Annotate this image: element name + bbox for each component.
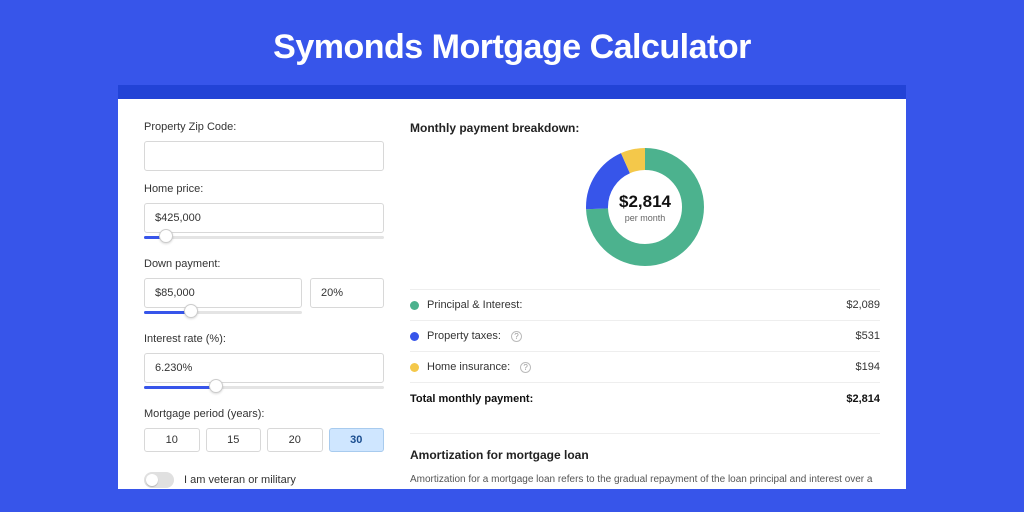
legend-insurance: Home insurance: ? $194 bbox=[410, 351, 880, 382]
veteran-toggle[interactable] bbox=[144, 472, 174, 488]
legend-label: Principal & Interest: bbox=[427, 299, 522, 311]
page-title: Symonds Mortgage Calculator bbox=[0, 0, 1024, 85]
dot-icon bbox=[410, 363, 419, 372]
period-label: Mortgage period (years): bbox=[144, 408, 384, 420]
total-row: Total monthly payment: $2,814 bbox=[410, 382, 880, 419]
legend-value: $194 bbox=[856, 361, 880, 373]
down-payment-input[interactable] bbox=[144, 278, 302, 308]
interest-input[interactable] bbox=[144, 353, 384, 383]
accent-strip bbox=[118, 85, 906, 99]
period-options: 10 15 20 30 bbox=[144, 428, 384, 452]
total-value: $2,814 bbox=[846, 393, 880, 405]
dot-icon bbox=[410, 332, 419, 341]
legend-value: $2,089 bbox=[846, 299, 880, 311]
amortization-title: Amortization for mortgage loan bbox=[410, 433, 880, 462]
period-10-button[interactable]: 10 bbox=[144, 428, 200, 452]
legend-value: $531 bbox=[856, 330, 880, 342]
period-15-button[interactable]: 15 bbox=[206, 428, 262, 452]
donut-amount: $2,814 bbox=[619, 192, 671, 212]
legend-principal: Principal & Interest: $2,089 bbox=[410, 289, 880, 320]
dot-icon bbox=[410, 301, 419, 310]
payment-donut-chart: $2,814 per month bbox=[583, 145, 707, 269]
home-price-slider[interactable] bbox=[144, 232, 384, 246]
legend-label: Property taxes: bbox=[427, 330, 501, 342]
period-30-button[interactable]: 30 bbox=[329, 428, 385, 452]
home-price-input[interactable] bbox=[144, 203, 384, 233]
down-payment-pct-input[interactable] bbox=[310, 278, 384, 308]
home-price-label: Home price: bbox=[144, 183, 384, 195]
down-payment-slider[interactable] bbox=[144, 307, 302, 321]
interest-label: Interest rate (%): bbox=[144, 333, 384, 345]
veteran-label: I am veteran or military bbox=[184, 474, 296, 486]
donut-sub: per month bbox=[625, 213, 666, 223]
calculator-card: Property Zip Code: Home price: Down paym… bbox=[118, 99, 906, 489]
total-label: Total monthly payment: bbox=[410, 393, 533, 405]
down-payment-label: Down payment: bbox=[144, 258, 384, 270]
zip-label: Property Zip Code: bbox=[144, 121, 384, 133]
breakdown-column: Monthly payment breakdown: $2,814 per mo… bbox=[410, 121, 880, 467]
period-20-button[interactable]: 20 bbox=[267, 428, 323, 452]
info-icon[interactable]: ? bbox=[520, 362, 531, 373]
amortization-text: Amortization for a mortgage loan refers … bbox=[410, 472, 880, 489]
legend-label: Home insurance: bbox=[427, 361, 510, 373]
breakdown-title: Monthly payment breakdown: bbox=[410, 121, 880, 135]
zip-input[interactable] bbox=[144, 141, 384, 171]
interest-slider[interactable] bbox=[144, 382, 384, 396]
legend-taxes: Property taxes: ? $531 bbox=[410, 320, 880, 351]
info-icon[interactable]: ? bbox=[511, 331, 522, 342]
inputs-column: Property Zip Code: Home price: Down paym… bbox=[144, 121, 384, 467]
